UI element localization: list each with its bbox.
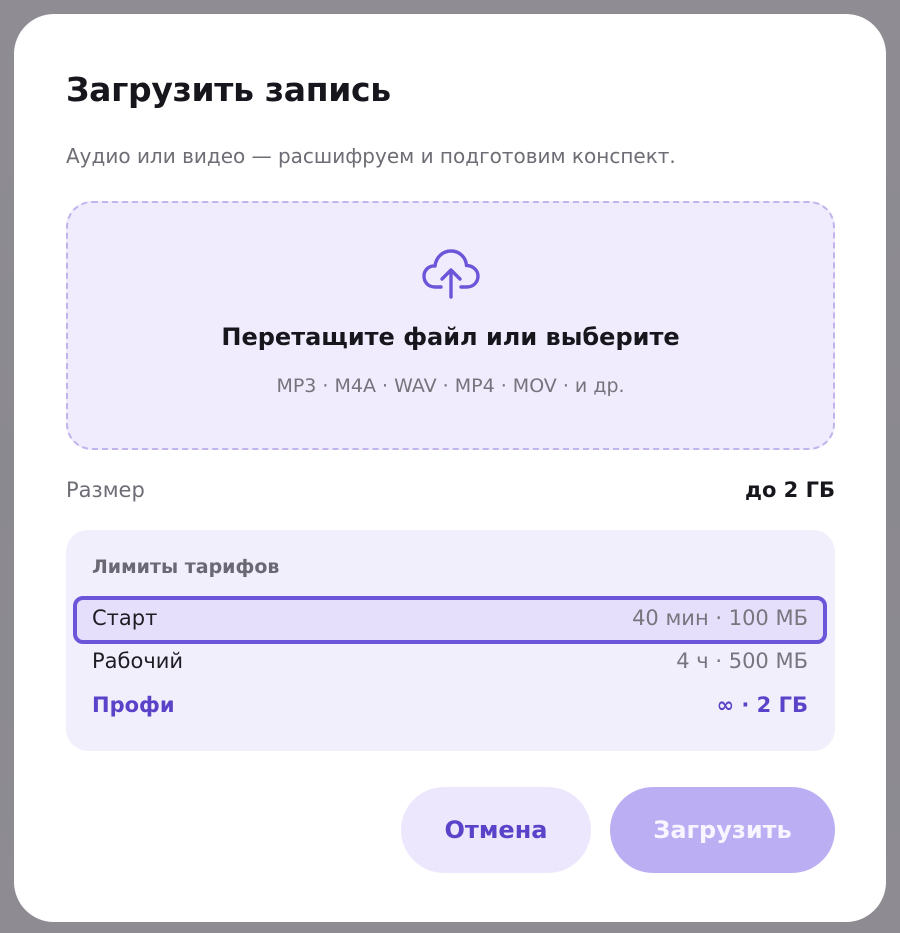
file-dropzone[interactable]: Перетащите файл или выберите MP3 · M4A ·…	[66, 201, 835, 450]
upload-button[interactable]: Загрузить	[610, 787, 835, 873]
plan-limit: 4 ч · 500 МБ	[676, 649, 808, 673]
dropzone-formats: MP3 · M4A · WAV · MP4 · MOV · и др.	[276, 375, 625, 397]
upload-dialog: Загрузить запись Аудио или видео — расши…	[14, 14, 886, 922]
cancel-button[interactable]: Отмена	[401, 787, 591, 873]
plan-row-start[interactable]: Старт 40 мин · 100 МБ	[73, 596, 827, 644]
plan-limit: 40 мин · 100 МБ	[632, 606, 808, 630]
dropzone-title: Перетащите файл или выберите	[221, 323, 680, 351]
plan-limits-title: Лимиты тарифов	[92, 556, 280, 578]
plan-limits-card: Лимиты тарифов Старт 40 мин · 100 МБ Раб…	[66, 530, 835, 751]
plan-name: Профи	[92, 693, 175, 717]
size-value: до 2 ГБ	[744, 478, 835, 502]
plan-name: Старт	[92, 606, 158, 630]
dialog-title: Загрузить запись	[66, 70, 391, 109]
size-label: Размер	[66, 478, 145, 502]
plan-limit: ∞ · 2 ГБ	[716, 693, 808, 717]
size-row: Размер до 2 ГБ	[66, 478, 835, 508]
plan-row-working[interactable]: Рабочий 4 ч · 500 МБ	[73, 639, 827, 687]
plan-row-pro[interactable]: Профи ∞ · 2 ГБ	[73, 683, 827, 731]
cloud-upload-icon	[422, 249, 480, 299]
dialog-subtitle: Аудио или видео — расшифруем и подготови…	[66, 144, 676, 168]
plan-name: Рабочий	[92, 649, 184, 673]
